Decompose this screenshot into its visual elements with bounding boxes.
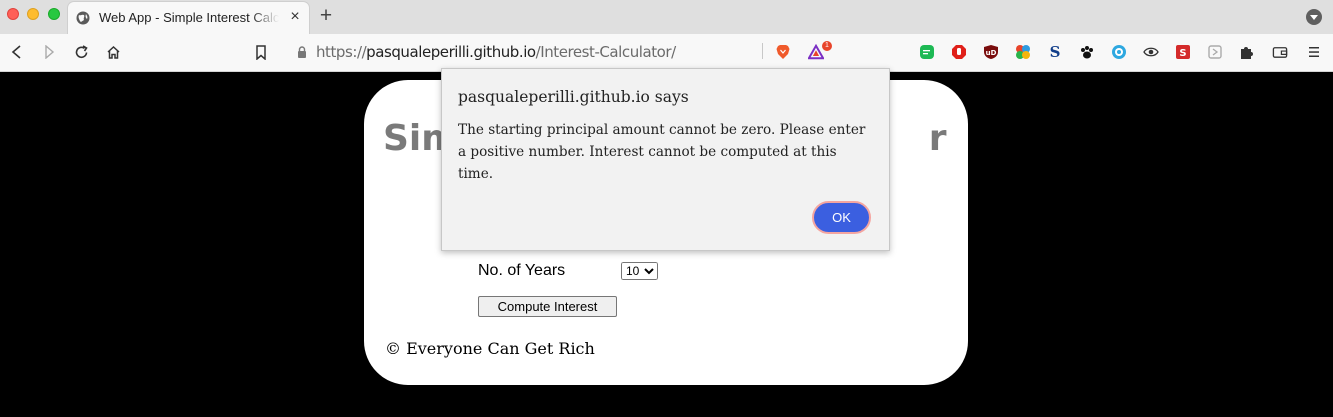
compute-interest-button[interactable]: Compute Interest [478,296,617,317]
paw-icon[interactable] [1079,44,1095,60]
brave-shields-icon[interactable] [775,44,791,60]
ok-button[interactable]: OK [812,201,871,234]
url-host: pasqualeperilli.github.io [366,43,536,61]
wallet-icon[interactable] [1272,44,1288,60]
stop-icon[interactable] [951,44,967,60]
svg-text:uD: uD [986,49,997,57]
years-label: No. of Years [478,262,566,279]
forward-arrow-icon [45,45,55,59]
browser-tab[interactable]: Web App - Simple Interest Calculator × [68,2,309,34]
lock-icon[interactable] [292,42,312,62]
new-tab-button[interactable]: + [316,5,336,26]
address-bar[interactable]: https://pasqualeperilli.github.io/Intere… [316,42,676,62]
years-select[interactable]: 10 [621,262,658,280]
home-icon [106,45,120,59]
home-button[interactable] [103,42,123,62]
red-square-icon[interactable]: S [1175,44,1191,60]
tab-close-icon[interactable]: × [287,9,303,25]
dialog-message: The starting principal amount cannot be … [458,122,866,182]
window-close-button[interactable] [7,8,19,20]
bookmark-icon [256,44,266,60]
window-maximize-button[interactable] [48,8,60,20]
back-arrow-icon [11,45,21,59]
square-outline-icon[interactable] [1207,44,1223,60]
window-minimize-button[interactable] [27,8,39,20]
tab-list-dropdown-icon[interactable] [1306,9,1322,25]
url-path: /Interest-Calculator/ [535,43,676,61]
toolbar-divider [762,43,763,59]
bookmark-button[interactable] [251,42,271,62]
colorful-icon[interactable] [1015,44,1031,60]
tab-title: Web App - Simple Interest Calculator [99,10,279,25]
eye-icon[interactable] [1143,44,1159,60]
footer-text: © Everyone Can Get Rich [385,339,595,358]
title-right-fragment: r [928,118,947,159]
url-scheme: https:// [316,43,367,61]
menu-icon[interactable] [1306,44,1322,60]
alert-dialog: pasqualeperilli.github.io says The start… [441,68,890,251]
tab-strip: Web App - Simple Interest Calculator × + [0,0,1333,34]
navigation-toolbar: https://pasqualeperilli.github.io/Intere… [0,34,1333,72]
ublock-icon[interactable]: uD [983,44,999,60]
rewards-badge: 1 [822,41,832,51]
globe-icon [76,11,90,25]
reload-button[interactable] [71,42,91,62]
dialog-title: pasqualeperilli.github.io says [458,88,689,106]
chat-icon[interactable] [919,44,935,60]
s-icon[interactable]: S [1047,43,1063,61]
forward-button[interactable] [39,42,59,62]
puzzle-icon[interactable] [1239,44,1255,60]
circle-icon[interactable] [1111,44,1127,60]
reload-icon [75,44,88,58]
svg-text:S: S [1179,48,1186,59]
back-button[interactable] [7,42,27,62]
